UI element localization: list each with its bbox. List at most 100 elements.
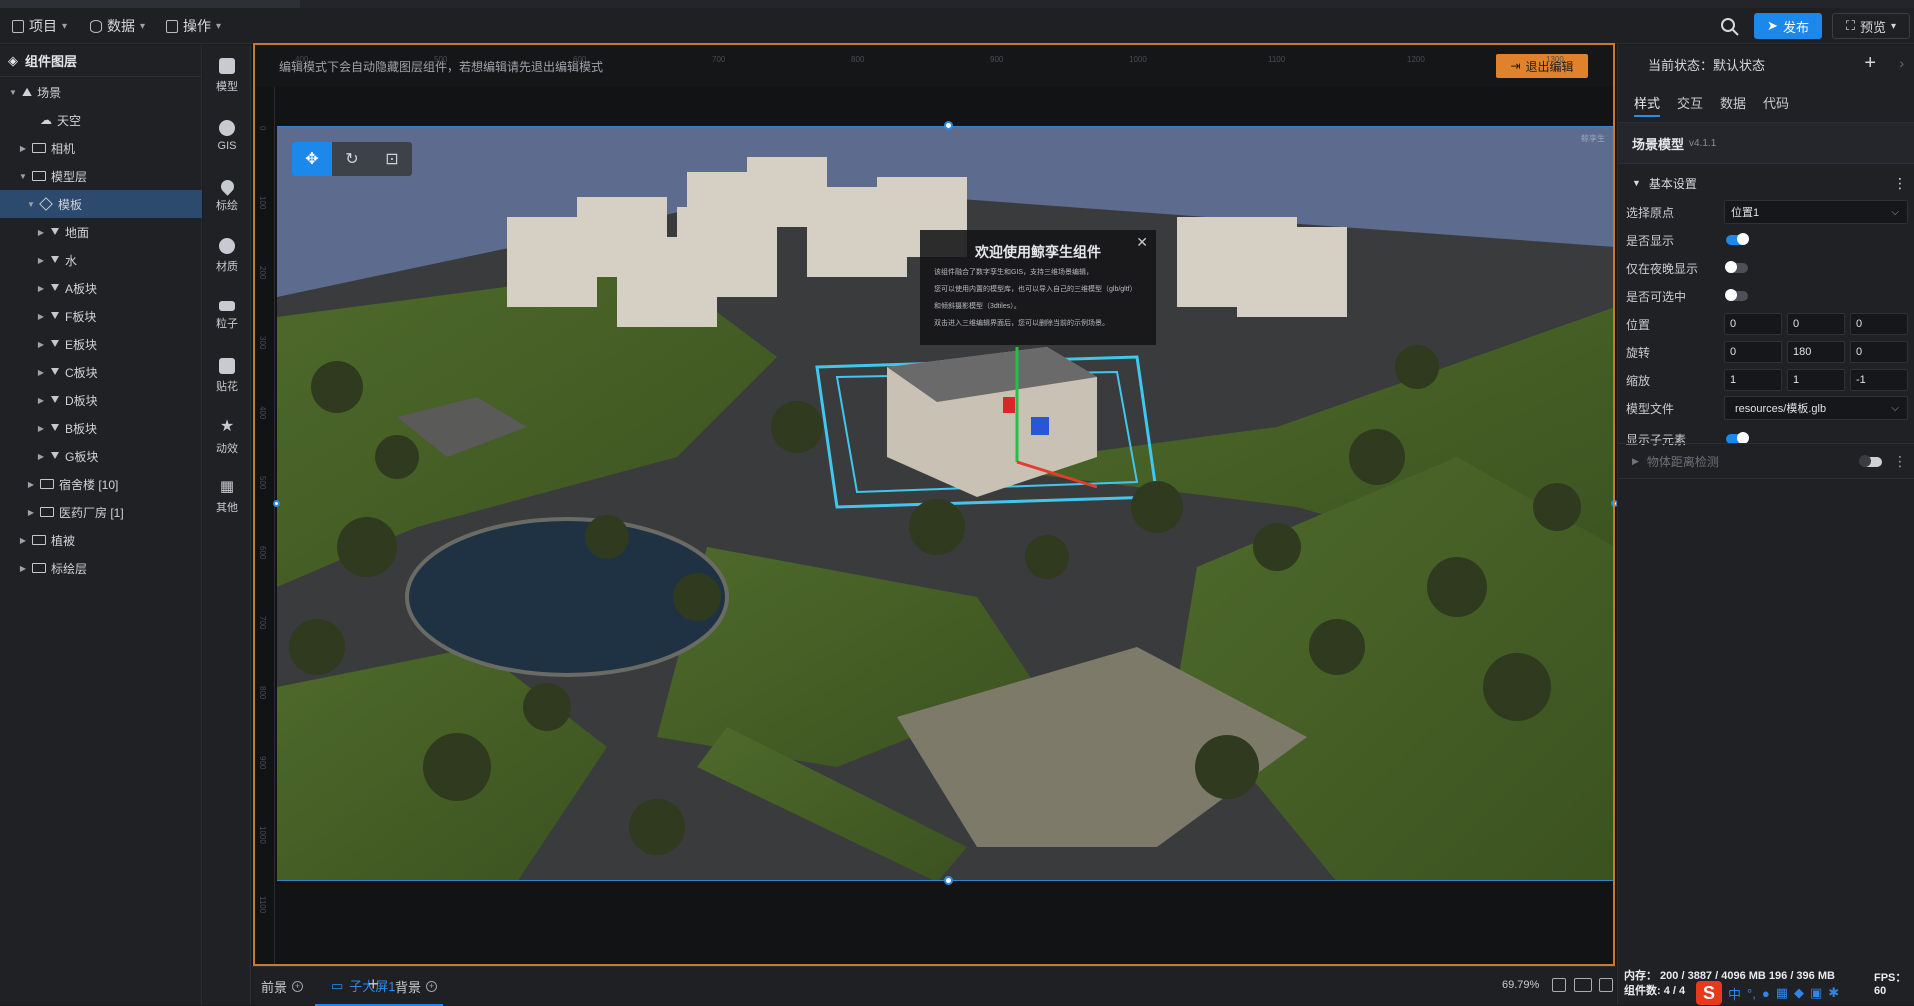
add-circle-icon[interactable]: + bbox=[292, 981, 304, 992]
menu-data[interactable]: 数据 ▾ bbox=[90, 16, 145, 36]
ruler-tick: 200 bbox=[258, 266, 267, 280]
folder-icon bbox=[32, 535, 46, 545]
more-vertical-icon[interactable]: ⋮ bbox=[1893, 453, 1907, 470]
tree-item-block-a[interactable]: ▶ A板块 bbox=[0, 274, 202, 302]
tree-item-scene[interactable]: ▼ ⛰ 场景 bbox=[0, 78, 202, 106]
caret-right-icon: ▶ bbox=[19, 143, 27, 153]
caret-down-icon: ▼ bbox=[27, 199, 35, 209]
tree-item-block-c[interactable]: ▶ C板块 bbox=[0, 358, 202, 386]
tree-item-ground[interactable]: ▶ 地面 bbox=[0, 218, 202, 246]
plus-icon: + bbox=[368, 974, 379, 994]
tree-item-block-d[interactable]: ▶ D板块 bbox=[0, 386, 202, 414]
tree-item-block-b[interactable]: ▶ B板块 bbox=[0, 414, 202, 442]
scale-z-input[interactable]: -1 bbox=[1850, 369, 1908, 391]
scale-y-input[interactable]: 1 bbox=[1787, 369, 1845, 391]
ruler-tick: 600 bbox=[573, 55, 587, 64]
zoom-level[interactable]: 69.79% bbox=[1502, 979, 1539, 991]
cube-icon bbox=[39, 197, 53, 211]
caret-right-icon: ▶ bbox=[37, 255, 45, 265]
distance-check-toggle[interactable] bbox=[1859, 455, 1882, 467]
tool-decal[interactable]: 贴花 bbox=[203, 350, 251, 402]
ruler-tick: 400 bbox=[258, 406, 267, 420]
menu-project[interactable]: 项目 ▾ bbox=[12, 16, 67, 36]
tree-item-vegetation[interactable]: ▶ 植被 bbox=[0, 526, 202, 554]
search-button[interactable] bbox=[1719, 16, 1741, 38]
tree-item-block-g[interactable]: ▶ G板块 bbox=[0, 442, 202, 470]
ruler-tick: 1200 bbox=[1407, 55, 1425, 64]
position-y-input[interactable]: 0 bbox=[1787, 313, 1845, 335]
tree-label: 天空 bbox=[57, 113, 82, 128]
add-screen-button[interactable]: + bbox=[368, 974, 379, 995]
tab-data[interactable]: 数据 bbox=[1720, 93, 1746, 117]
skin-icon[interactable]: ◆ bbox=[1794, 985, 1804, 1001]
tree-label: 模板 bbox=[58, 197, 83, 212]
folder-icon bbox=[40, 507, 54, 517]
row-origin: 选择原点 位置1 ⌵ bbox=[1618, 198, 1914, 226]
keyboard-icon[interactable] bbox=[1574, 978, 1592, 992]
ime-mode-icon[interactable]: 中 bbox=[1728, 984, 1741, 1003]
section-basic[interactable]: ▼ 基本设置 ⋮ bbox=[1618, 164, 1914, 202]
tab-style[interactable]: 样式 bbox=[1634, 93, 1661, 117]
scale-x-input[interactable]: 1 bbox=[1724, 369, 1782, 391]
visible-toggle[interactable] bbox=[1726, 233, 1749, 245]
tab-background[interactable]: 背景 + bbox=[395, 977, 438, 996]
tree-item-block-e[interactable]: ▶ E板块 bbox=[0, 330, 202, 358]
tab-interaction[interactable]: 交互 bbox=[1677, 93, 1703, 117]
tree-item-block-f[interactable]: ▶ F板块 bbox=[0, 302, 202, 330]
tool-material[interactable]: 材质 bbox=[203, 230, 251, 282]
tree-item-camera[interactable]: ▶ 相机 bbox=[0, 134, 202, 162]
chevron-down-icon: ▾ bbox=[62, 20, 68, 32]
rotation-z-input[interactable]: 0 bbox=[1850, 341, 1908, 363]
tree-item-model-layer[interactable]: ▼ 模型层 bbox=[0, 162, 202, 190]
more-vertical-icon[interactable]: ⋮ bbox=[1893, 175, 1907, 192]
tab-code[interactable]: 代码 bbox=[1763, 93, 1789, 117]
settings-icon[interactable]: ✱ bbox=[1828, 985, 1839, 1001]
preview-button[interactable]: ⛶ 预览 ▾ bbox=[1832, 13, 1910, 39]
tool-gis[interactable]: GIS bbox=[203, 110, 251, 162]
tree-item-water[interactable]: ▶ 水 bbox=[0, 246, 202, 274]
tree-item-template[interactable]: ▼ 模板 bbox=[0, 190, 202, 218]
add-circle-icon[interactable]: + bbox=[426, 981, 438, 992]
tab-foreground[interactable]: 前景 + bbox=[261, 977, 304, 996]
tool-effect[interactable]: ★ 动效 bbox=[203, 410, 251, 462]
rotation-y-input[interactable]: 180 bbox=[1787, 341, 1845, 363]
toolbox-icon[interactable]: ▣ bbox=[1810, 985, 1822, 1001]
fit-screen-icon[interactable] bbox=[1552, 978, 1566, 992]
tree-item-dormitory[interactable]: ▶ 宿舍楼 [10] bbox=[0, 470, 202, 498]
terminal-icon[interactable] bbox=[1599, 978, 1613, 992]
top-header: 项目 ▾ 数据 ▾ 操作 ▾ ➤ 发布 ⛶ 预览 ▾ bbox=[0, 8, 1914, 44]
menu-operation[interactable]: 操作 ▾ bbox=[166, 16, 221, 36]
mesh-icon bbox=[50, 424, 60, 432]
tree-item-factory[interactable]: ▶ 医药厂房 [1] bbox=[0, 498, 202, 526]
tree-item-annotation[interactable]: ▶ 标绘层 bbox=[0, 554, 202, 582]
keyboard-icon[interactable]: ▦ bbox=[1776, 985, 1788, 1001]
tool-marker[interactable]: 标绘 bbox=[203, 170, 251, 222]
ruler-tick: 100 bbox=[258, 196, 267, 210]
microphone-icon[interactable]: ● bbox=[1762, 986, 1770, 1001]
tree-item-sky[interactable]: ☁ 天空 bbox=[0, 106, 202, 134]
publish-button[interactable]: ➤ 发布 bbox=[1754, 13, 1822, 39]
field-label: 模型文件 bbox=[1626, 401, 1675, 416]
model-file-select[interactable]: resources/模板.glb ⌵ bbox=[1724, 396, 1908, 420]
caret-right-icon: ▶ bbox=[37, 367, 45, 377]
selectable-toggle[interactable] bbox=[1725, 289, 1748, 301]
ruler-tick: 1100 bbox=[258, 896, 267, 914]
caret-down-icon: ▼ bbox=[1632, 178, 1641, 188]
section-distance-check[interactable]: ▶ 物体距离检测 ⋮ bbox=[1618, 443, 1914, 479]
star-icon: ★ bbox=[219, 418, 235, 435]
sogou-ime-icon[interactable]: S bbox=[1696, 981, 1722, 1005]
night-only-toggle[interactable] bbox=[1725, 261, 1748, 273]
component-version: v4.1.1 bbox=[1689, 137, 1717, 149]
chevron-right-icon[interactable]: › bbox=[1899, 55, 1904, 71]
origin-select[interactable]: 位置1 ⌵ bbox=[1724, 200, 1908, 224]
tool-model[interactable]: 模型 bbox=[203, 50, 251, 102]
tool-other[interactable]: ▦ 其他 bbox=[203, 470, 251, 522]
rotation-x-input[interactable]: 0 bbox=[1724, 341, 1782, 363]
tree-label: E板块 bbox=[65, 337, 98, 352]
add-state-button[interactable]: + bbox=[1864, 52, 1876, 75]
punctuation-icon[interactable]: °, bbox=[1747, 986, 1756, 1001]
position-z-input[interactable]: 0 bbox=[1850, 313, 1908, 335]
position-x-input[interactable]: 0 bbox=[1724, 313, 1782, 335]
tool-particle[interactable]: 粒子 bbox=[203, 290, 251, 342]
active-window-tab[interactable] bbox=[0, 0, 300, 8]
